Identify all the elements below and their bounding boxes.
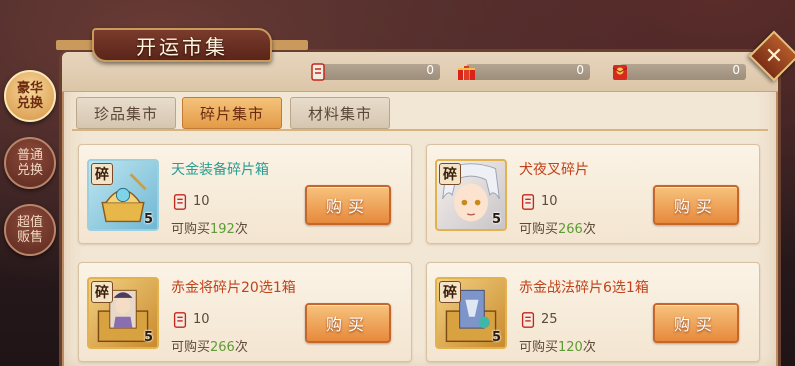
limit-number: 266 — [558, 222, 583, 237]
limit-suffix: 次 — [582, 222, 596, 237]
tab-fragment-market[interactable]: 碎片集市 — [182, 97, 282, 129]
tab-label: 材料集市 — [307, 104, 372, 123]
purchase-limit: 可购买120次 — [519, 336, 596, 355]
currency-bar — [318, 64, 440, 80]
fragment-badge: 碎 — [439, 281, 461, 303]
side-tab-value-sale[interactable]: 超值贩售 — [4, 204, 56, 256]
firecracker-icon — [458, 66, 475, 80]
limit-prefix: 可购买 — [171, 340, 211, 355]
item-name: 赤金将碎片20选1箱 — [171, 280, 296, 296]
tab-label: 碎片集市 — [199, 104, 264, 123]
title-ornament-right — [268, 40, 308, 50]
shop-item-card: 碎 5 犬夜叉碎片 10 可购买266次 购买 — [426, 144, 760, 244]
item-name: 天金装备碎片箱 — [171, 162, 269, 178]
buy-button[interactable]: 购买 — [305, 185, 391, 225]
currency-value: 0 — [576, 63, 584, 77]
item-price: 10 — [193, 312, 210, 327]
side-tab-label: 超值贩售 — [16, 215, 43, 245]
purchase-limit: 可购买266次 — [171, 336, 248, 355]
currency-red-packet: 0 — [610, 61, 746, 83]
item-count: 5 — [143, 212, 153, 227]
red-packet-icon — [612, 65, 628, 80]
purchase-limit: 可购买266次 — [519, 218, 596, 237]
page-title: 开运市集 — [136, 34, 228, 59]
fragment-badge: 碎 — [91, 163, 113, 185]
limit-suffix: 次 — [582, 340, 596, 355]
side-tab-label: 普通兑换 — [16, 148, 43, 178]
scroll-ticket-icon — [173, 312, 187, 328]
shop-item-card: 碎 5 天金装备碎片箱 10 可购买192次 购买 — [78, 144, 412, 244]
limit-suffix: 次 — [234, 222, 248, 237]
item-price: 10 — [193, 194, 210, 209]
item-count: 5 — [143, 330, 153, 345]
limit-prefix: 可购买 — [519, 222, 559, 237]
item-name: 犬夜叉碎片 — [519, 162, 589, 178]
limit-prefix: 可购买 — [171, 222, 211, 237]
close-x-icon: ✕ — [764, 43, 784, 69]
item-thumbnail[interactable]: 碎 5 — [87, 277, 159, 349]
title-ornament-left — [56, 40, 96, 50]
limit-prefix: 可购买 — [519, 340, 559, 355]
tab-material-market[interactable]: 材料集市 — [290, 97, 390, 129]
currency-value: 0 — [732, 63, 740, 77]
side-tab-label: 豪华兑换 — [16, 81, 43, 111]
buy-button[interactable]: 购买 — [305, 303, 391, 343]
tab-label: 珍品集市 — [93, 104, 158, 123]
scroll-ticket-icon — [173, 194, 187, 210]
tab-divider — [72, 129, 768, 131]
item-thumbnail[interactable]: 碎 5 — [435, 159, 507, 231]
item-thumbnail[interactable]: 碎 5 — [435, 277, 507, 349]
title-plaque: 开运市集 — [92, 28, 272, 62]
item-count: 5 — [491, 212, 501, 227]
limit-suffix: 次 — [234, 340, 248, 355]
buy-button[interactable]: 购买 — [653, 303, 739, 343]
limit-number: 120 — [558, 340, 583, 355]
limit-number: 192 — [210, 222, 235, 237]
scroll-ticket-icon — [521, 194, 535, 210]
item-price: 25 — [541, 312, 558, 327]
shop-item-card: 碎 5 赤金将碎片20选1箱 10 可购买266次 购买 — [78, 262, 412, 362]
currency-scroll: 0 — [308, 61, 440, 83]
purchase-limit: 可购买192次 — [171, 218, 248, 237]
currency-firecracker: 0 — [456, 61, 590, 83]
scroll-ticket-icon — [311, 63, 325, 81]
buy-button[interactable]: 购买 — [653, 185, 739, 225]
scroll-ticket-icon — [521, 312, 535, 328]
item-name: 赤金战法碎片6选1箱 — [519, 280, 649, 296]
item-price: 10 — [541, 194, 558, 209]
shop-item-card: 碎 5 赤金战法碎片6选1箱 25 可购买120次 购买 — [426, 262, 760, 362]
currency-bar — [620, 64, 746, 80]
item-thumbnail[interactable]: 碎 5 — [87, 159, 159, 231]
side-tab-luxury-exchange[interactable]: 豪华兑换 — [4, 70, 56, 122]
tab-treasure-market[interactable]: 珍品集市 — [76, 97, 176, 129]
item-count: 5 — [491, 330, 501, 345]
currency-bar — [466, 64, 590, 80]
limit-number: 266 — [210, 340, 235, 355]
fragment-badge: 碎 — [439, 163, 461, 185]
currency-value: 0 — [426, 63, 434, 77]
fragment-badge: 碎 — [91, 281, 113, 303]
side-tab-normal-exchange[interactable]: 普通兑换 — [4, 137, 56, 189]
